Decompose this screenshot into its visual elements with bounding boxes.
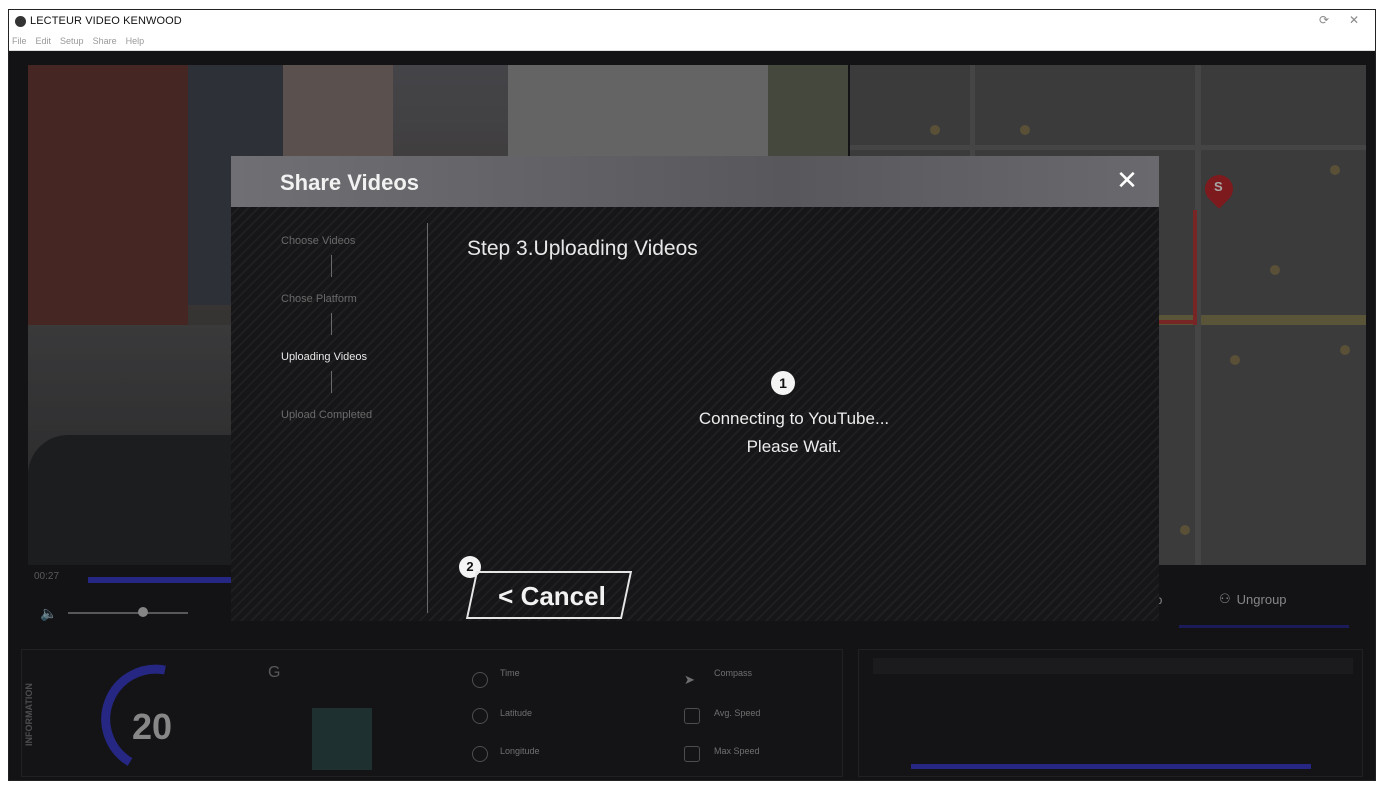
dialog-header: Share Videos ✕ bbox=[231, 156, 1159, 207]
menu-bar: File Edit Setup Share Help bbox=[9, 32, 1375, 51]
step-choose-videos: Choose Videos bbox=[281, 235, 356, 247]
step-upload-completed: Upload Completed bbox=[281, 409, 373, 421]
dialog-body: Choose Videos Chose Platform Uploading V… bbox=[231, 207, 1159, 621]
restore-icon[interactable]: ⟳ bbox=[1319, 13, 1329, 27]
window-title: LECTEUR VIDEO KENWOOD bbox=[30, 15, 182, 27]
step-connector bbox=[331, 313, 332, 335]
window-close-icon[interactable]: ✕ bbox=[1349, 13, 1359, 27]
menu-edit[interactable]: Edit bbox=[36, 36, 52, 46]
menu-share[interactable]: Share bbox=[93, 36, 117, 46]
step-uploading-videos: Uploading Videos bbox=[281, 351, 368, 363]
app-logo-icon bbox=[15, 15, 26, 27]
menu-help[interactable]: Help bbox=[126, 36, 145, 46]
step-connector bbox=[331, 371, 332, 393]
step-choose-platform: Chose Platform bbox=[281, 293, 357, 305]
step-list: Choose Videos Chose Platform Uploading V… bbox=[271, 235, 431, 595]
upload-status-subtext: Please Wait. bbox=[746, 437, 842, 456]
menu-setup[interactable]: Setup bbox=[60, 36, 84, 46]
title-bar: LECTEUR VIDEO KENWOOD ⟳ ✕ bbox=[9, 10, 1375, 32]
steps-divider bbox=[427, 223, 428, 613]
menu-file[interactable]: File bbox=[12, 36, 27, 46]
upload-status-text: Connecting to YouTube... bbox=[698, 409, 890, 428]
share-videos-dialog: Share Videos ✕ Choose Videos Chose Platf… bbox=[231, 156, 1159, 621]
dialog-close-icon[interactable]: ✕ bbox=[1111, 164, 1143, 196]
callout-marker-1: 1 bbox=[771, 371, 795, 395]
cancel-button-label[interactable]: < Cancel bbox=[485, 581, 619, 612]
app-window: LECTEUR VIDEO KENWOOD ⟳ ✕ File Edit Setu… bbox=[8, 9, 1376, 781]
step-heading: Step 3.Uploading Videos bbox=[467, 237, 698, 260]
step-connector bbox=[331, 255, 332, 277]
dialog-title: Share Videos bbox=[280, 170, 419, 195]
